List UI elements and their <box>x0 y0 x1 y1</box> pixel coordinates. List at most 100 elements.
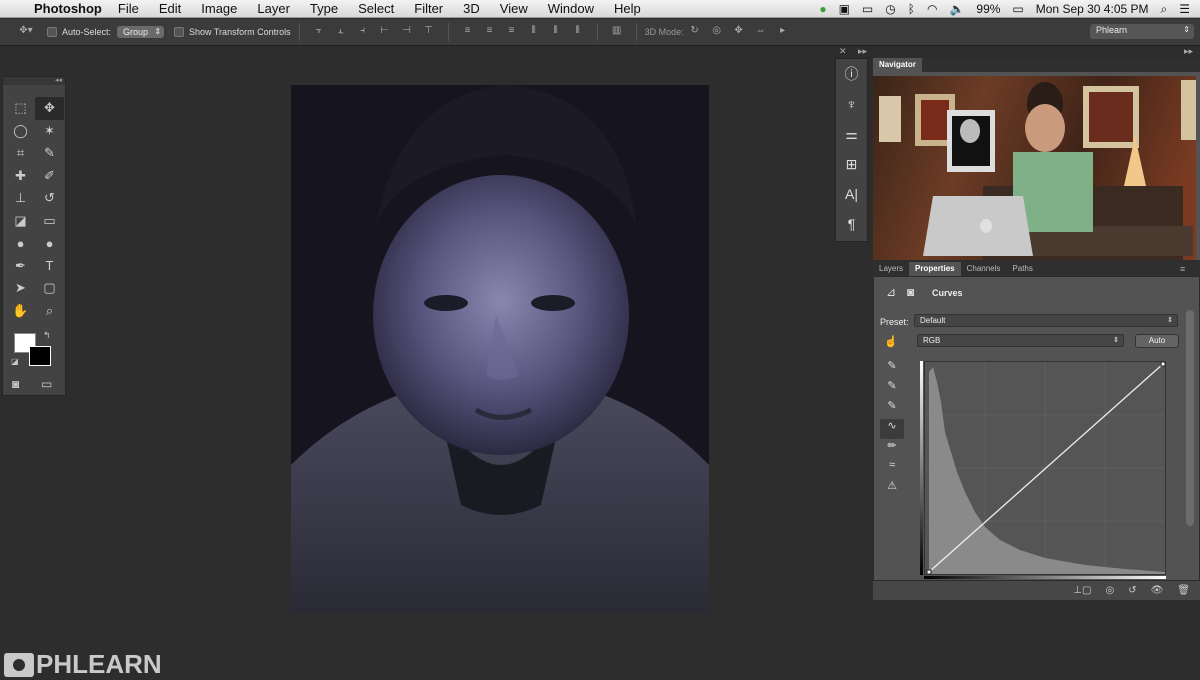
menu-layer[interactable]: Layer <box>257 1 290 16</box>
right-dock-collapse-icon[interactable]: ▸▸ <box>1184 46 1193 57</box>
icon-strip-collapse-icon[interactable]: ▸▸ <box>858 46 867 57</box>
volume-icon[interactable]: 🔈 <box>949 2 964 16</box>
clip-to-layer-icon[interactable]: ⊥▢ <box>1073 585 1091 596</box>
mask-icon[interactable]: ◙ <box>907 285 914 299</box>
reset-adjustment-icon[interactable]: ↺ <box>1128 585 1136 596</box>
eraser-tool-icon[interactable]: ◪ <box>6 210 35 233</box>
tools-panel-collapse-icon[interactable]: ◂◂ <box>3 77 65 85</box>
tab-properties[interactable]: Properties <box>909 262 961 276</box>
paragraph-icon[interactable]: ¶ <box>836 209 867 239</box>
auto-button[interactable]: Auto <box>1135 334 1179 348</box>
align-vcenter-icon[interactable]: ⫠ <box>333 25 349 39</box>
white-point-eyedropper-icon[interactable]: ✎ <box>880 399 904 419</box>
3d-roll-icon[interactable]: ◎ <box>709 25 725 39</box>
toggle-visibility-icon[interactable]: 👁 <box>1151 585 1164 596</box>
battery-percent[interactable]: 99% <box>976 2 1000 16</box>
menu-window[interactable]: Window <box>548 1 594 16</box>
align-bottom-icon[interactable]: ⫞ <box>355 25 371 39</box>
menu-edit[interactable]: Edit <box>159 1 181 16</box>
properties-scrollbar[interactable] <box>1186 310 1194 526</box>
tab-channels[interactable]: Channels <box>961 262 1007 276</box>
distribute-bottom-icon[interactable]: ≡ <box>504 25 520 39</box>
swap-colors-icon[interactable]: ↰ <box>43 330 51 341</box>
menu-file[interactable]: File <box>118 1 139 16</box>
edit-points-curve-icon[interactable]: ∿ <box>880 419 904 439</box>
view-previous-state-icon[interactable]: ◎ <box>1105 585 1114 596</box>
menu-type[interactable]: Type <box>310 1 338 16</box>
delete-adjustment-icon[interactable]: 🗑 <box>1177 585 1190 596</box>
magic-wand-tool-icon[interactable]: ✶ <box>35 120 64 143</box>
menubar-clock[interactable]: Mon Sep 30 4:05 PM <box>1036 2 1149 16</box>
display-icon[interactable]: ▣ <box>839 2 850 16</box>
3d-rotate-icon[interactable]: ↻ <box>687 25 703 39</box>
document-image[interactable] <box>291 85 709 613</box>
pen-tool-icon[interactable]: ✒ <box>6 255 35 278</box>
screen-mode-icon[interactable]: ▭ <box>41 377 52 391</box>
shape-tool-icon[interactable]: ▢ <box>35 277 64 300</box>
align-right-icon[interactable]: ⊤ <box>421 25 437 39</box>
info-icon[interactable]: ⓘ <box>836 59 867 89</box>
adjust-icon[interactable]: ⚌ <box>836 119 867 149</box>
lasso-tool-icon[interactable]: ◯ <box>6 120 35 143</box>
menu-image[interactable]: Image <box>201 1 237 16</box>
spotlight-icon[interactable]: ⌕ <box>1161 2 1168 17</box>
history-brush-tool-icon[interactable]: ↺ <box>35 187 64 210</box>
default-colors-icon[interactable]: ◪ <box>11 357 19 366</box>
marquee-tool-icon[interactable]: ⬚ <box>6 97 35 120</box>
healing-brush-tool-icon[interactable]: ✚ <box>6 165 35 188</box>
blur-tool-icon[interactable]: ● <box>6 232 35 255</box>
tab-navigator[interactable]: Navigator <box>873 58 922 72</box>
3d-pan-icon[interactable]: ✥ <box>731 25 747 39</box>
align-hcenter-icon[interactable]: ⊣ <box>399 25 415 39</box>
panel-menu-icon[interactable]: ≡ <box>1180 264 1185 274</box>
navigator-preview[interactable] <box>873 76 1196 260</box>
clone-source-icon[interactable]: ⊞ <box>836 149 867 179</box>
tab-layers[interactable]: Layers <box>873 262 909 276</box>
menu-view[interactable]: View <box>500 1 528 16</box>
curves-graph[interactable] <box>924 361 1166 575</box>
eyedropper-tool-icon[interactable]: ✎ <box>35 142 64 165</box>
3d-slide-icon[interactable]: ⇔ <box>753 25 769 39</box>
auto-select-dropdown[interactable]: Group <box>117 26 165 38</box>
notification-center-icon[interactable]: ☰ <box>1179 2 1190 16</box>
align-left-icon[interactable]: ⊢ <box>377 25 393 39</box>
distribute-hcenter-icon[interactable]: ⦀ <box>548 25 564 39</box>
airplay-icon[interactable]: ▭ <box>862 2 873 16</box>
auto-select-checkbox[interactable] <box>47 27 57 37</box>
path-selection-tool-icon[interactable]: ➤ <box>6 277 35 300</box>
time-machine-icon[interactable]: ◷ <box>885 2 895 16</box>
background-color-swatch[interactable] <box>29 346 51 366</box>
clipping-warning-icon[interactable]: ⚠ <box>880 479 904 499</box>
distribute-left-icon[interactable]: ⦀ <box>526 25 542 39</box>
gradient-tool-icon[interactable]: ▭ <box>35 210 64 233</box>
brush-presets-icon[interactable]: ♆ <box>836 89 867 119</box>
move-tool-icon[interactable]: ✥ <box>35 97 64 120</box>
icon-strip-close-icon[interactable]: ✕ <box>839 46 847 57</box>
tab-paths[interactable]: Paths <box>1006 262 1038 276</box>
3d-scale-icon[interactable]: ▸ <box>775 25 791 39</box>
smooth-curve-icon[interactable]: ≈ <box>880 459 904 479</box>
auto-align-icon[interactable]: ▥ <box>609 25 625 39</box>
character-icon[interactable]: A| <box>836 179 867 209</box>
brush-tool-icon[interactable]: ✐ <box>35 165 64 188</box>
clone-stamp-tool-icon[interactable]: ⊥ <box>6 187 35 210</box>
type-tool-icon[interactable]: T <box>35 255 64 278</box>
dodge-tool-icon[interactable]: ● <box>35 232 64 255</box>
menu-3d[interactable]: 3D <box>463 1 480 16</box>
preset-dropdown[interactable]: Default <box>914 314 1178 327</box>
distribute-top-icon[interactable]: ≡ <box>460 25 476 39</box>
distribute-right-icon[interactable]: ⦀ <box>570 25 586 39</box>
draw-curve-pencil-icon[interactable]: ✏ <box>880 439 904 459</box>
menu-select[interactable]: Select <box>358 1 394 16</box>
crop-tool-icon[interactable]: ⌗ <box>6 142 35 165</box>
distribute-vcenter-icon[interactable]: ≡ <box>482 25 498 39</box>
evernote-icon[interactable]: ● <box>819 2 826 16</box>
hand-tool-icon[interactable]: ✋ <box>6 300 35 323</box>
zoom-tool-icon[interactable]: ⌕ <box>35 300 64 323</box>
bluetooth-icon[interactable]: ᛒ <box>908 2 915 16</box>
menu-help[interactable]: Help <box>614 1 641 16</box>
on-image-adjust-icon[interactable]: ☝ <box>884 335 898 348</box>
workspace-switcher[interactable]: Phlearn <box>1090 24 1194 39</box>
quick-mask-icon[interactable]: ◙ <box>12 377 19 391</box>
wifi-icon[interactable]: ◠ <box>927 2 937 16</box>
